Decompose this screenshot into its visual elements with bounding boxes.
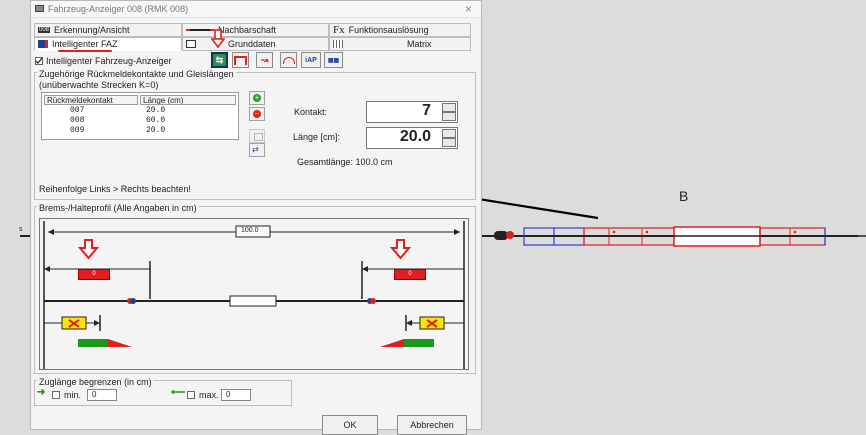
contact-spinner[interactable]: 7 [366, 101, 458, 123]
copy-contact-button[interactable] [249, 129, 265, 143]
bracket-icon [234, 55, 247, 65]
min-length-input[interactable]: 0 [87, 389, 117, 401]
group-subcaption: (unüberwachte Strecken K=0) [39, 80, 159, 90]
total-length-label: Gesamtlänge: 100.0 cm [297, 157, 393, 167]
down-arrow-icon [210, 29, 226, 51]
spin-down-button[interactable] [442, 112, 456, 121]
length-cell: 20.0 [146, 126, 166, 135]
table-row[interactable]: 009 20.0 [42, 126, 238, 136]
column-header-length[interactable]: Länge (cm) [140, 95, 236, 105]
length-cell: 60.0 [146, 116, 166, 125]
column-header-contact[interactable]: Rückmeldekontakt [44, 95, 138, 105]
length-label: Länge [cm]: [293, 132, 341, 142]
min-length-checkbox[interactable] [52, 391, 60, 399]
smart-indicator-checkbox[interactable] [35, 57, 43, 65]
route-arrow-icon: ↝ [260, 54, 269, 65]
length-spinner[interactable]: 20.0 [366, 127, 458, 149]
total-length-value: 100.0 [241, 227, 259, 234]
smart-indicator-label: Intelligenter Fahrzeug-Anzeiger [46, 56, 172, 66]
max-value: 0 [226, 390, 231, 399]
move-icon: ⇄ [252, 145, 259, 154]
id-badge-icon: 008 [38, 27, 51, 33]
iap-button[interactable]: iAP [301, 52, 321, 68]
max-length-checkbox[interactable] [187, 391, 195, 399]
contact-value: 7 [422, 102, 431, 119]
copy-icon [254, 133, 263, 141]
brake-profile-group: Brems-/Halteprofil (Alle Angaben in cm) [34, 203, 476, 374]
active-tab-underline [58, 50, 112, 52]
tab-label: Funktionsauslösung [348, 25, 429, 35]
right-brake-marker[interactable]: 0 [394, 269, 426, 280]
tab-label: Nachbarschaft [218, 25, 277, 35]
dialog-title: Fahrzeug-Anzeiger 008 (RMK 008) [48, 4, 189, 14]
add-contact-button[interactable]: + [249, 91, 265, 105]
group-caption: Zuglänge begrenzen (in cm) [37, 377, 154, 387]
smart-vehicle-icon [38, 40, 48, 48]
spin-up-button[interactable] [442, 103, 456, 112]
direction-toggle-button[interactable]: ⇆ [211, 52, 228, 68]
tab-label: Erkennung/Ansicht [54, 25, 130, 35]
group-caption: Brems-/Halteprofil (Alle Angaben in cm) [37, 203, 199, 213]
group-caption: Zugehörige Rückmeldekontakte und Gleislä… [37, 69, 236, 79]
signal-route-button[interactable]: ↝ [256, 52, 273, 68]
swap-arrows-icon: ⇆ [215, 54, 224, 65]
minus-icon: − [253, 109, 261, 118]
remove-contact-button[interactable]: − [249, 107, 265, 121]
neighbour-link-icon [186, 29, 214, 31]
tab-grunddaten[interactable]: Grunddaten [182, 37, 329, 51]
tab-label: Matrix [407, 39, 432, 49]
grid-button[interactable]: ▦▦ [324, 52, 343, 68]
min-value: 0 [92, 390, 97, 399]
block-view-button[interactable] [232, 52, 249, 68]
close-icon[interactable]: × [465, 2, 472, 16]
move-contact-button[interactable]: ⇄ [249, 143, 265, 157]
tab-intelligenter-faz[interactable]: Intelligenter FAZ [34, 37, 182, 51]
contact-cell: 008 [70, 116, 85, 125]
vehicle-indicator-dialog: Fahrzeug-Anzeiger 008 (RMK 008) × 008 Er… [30, 0, 482, 435]
brake-profile-svg [43, 221, 465, 369]
left-brake-marker[interactable]: 0 [78, 269, 110, 280]
cancel-button[interactable]: Abbrechen [397, 415, 467, 435]
tab-erkennung[interactable]: 008 Erkennung/Ansicht [34, 23, 182, 37]
contact-cell: 007 [70, 106, 85, 115]
table-row[interactable]: 007 20.0 [42, 106, 238, 116]
document-icon [186, 40, 196, 48]
table-row[interactable]: 008 60.0 [42, 116, 238, 126]
tab-matrix[interactable]: Matrix [329, 37, 471, 51]
spin-down-button[interactable] [442, 138, 456, 147]
plus-icon: + [253, 93, 261, 102]
train-length-group: Zuglänge begrenzen (in cm) ➜ min. 0 ⟵ ma… [34, 377, 292, 406]
max-length-input[interactable]: 0 [221, 389, 251, 401]
contact-cell: 009 [70, 126, 85, 135]
gauge-icon [282, 56, 295, 64]
spin-up-button[interactable] [442, 129, 456, 138]
speed-gauge-button[interactable] [280, 52, 297, 68]
length-value: 20.0 [399, 128, 431, 145]
order-note: Reihenfolge Links > Rechts beachten! [39, 184, 191, 194]
contacts-list[interactable]: Rückmeldekontakt Länge (cm) 007 20.0 008… [41, 92, 239, 140]
min-label: min. [64, 390, 82, 400]
max-arrow-icon: ⟵ [171, 387, 186, 398]
tab-funktionsausloesung[interactable]: Fx Funktionsauslösung [329, 23, 471, 37]
max-label: max. [199, 390, 219, 400]
function-fx-icon: Fx [333, 24, 345, 36]
feedback-contacts-group: Zugehörige Rückmeldekontakte und Gleislä… [34, 69, 476, 200]
min-arrow-icon: ➜ [37, 387, 46, 398]
dialog-titlebar: Fahrzeug-Anzeiger 008 (RMK 008) × [31, 1, 481, 18]
tab-label: Intelligenter FAZ [52, 39, 118, 49]
tab-label: Grunddaten [228, 39, 276, 49]
matrix-grid-icon [333, 40, 343, 48]
contact-label: Kontakt: [294, 107, 328, 117]
app-icon [35, 5, 44, 12]
checkmark-icon [35, 57, 43, 64]
length-cell: 20.0 [146, 106, 166, 115]
tab-nachbarschaft[interactable]: Nachbarschaft [182, 23, 329, 37]
ok-button[interactable]: OK [322, 415, 378, 435]
brake-profile-canvas[interactable]: 100.0 0 0 [39, 218, 469, 370]
